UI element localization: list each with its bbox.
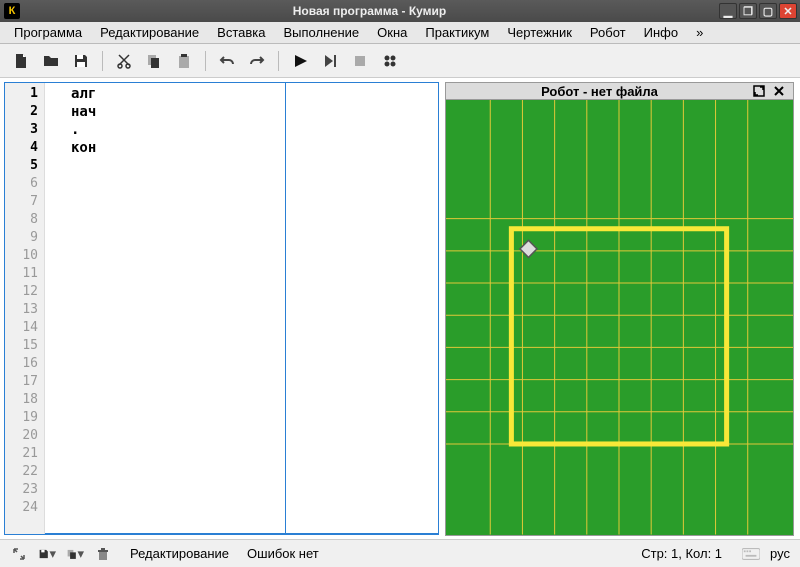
- line-number: 2: [5, 103, 44, 121]
- menu-overflow[interactable]: »: [688, 23, 711, 42]
- line-number: 10: [5, 247, 44, 265]
- robot-panel-header: Робот - нет файла: [445, 82, 794, 99]
- menu-bar: Программа Редактирование Вставка Выполне…: [0, 22, 800, 44]
- window-title: Новая программа - Кумир: [20, 4, 719, 18]
- open-file-button[interactable]: [38, 48, 64, 74]
- editor-bottom-border: [45, 533, 438, 534]
- code-line[interactable]: нач: [45, 103, 438, 121]
- line-number: 17: [5, 373, 44, 391]
- stop-button[interactable]: [347, 48, 373, 74]
- save-file-button[interactable]: [68, 48, 94, 74]
- status-expand-icon[interactable]: [10, 545, 28, 563]
- unmaximize-button[interactable]: ❐: [739, 3, 757, 19]
- step-button[interactable]: [317, 48, 343, 74]
- line-number: 12: [5, 283, 44, 301]
- robot-close-icon[interactable]: [771, 83, 787, 99]
- line-number: 19: [5, 409, 44, 427]
- cut-button[interactable]: [111, 48, 137, 74]
- menu-robot[interactable]: Робот: [582, 23, 634, 42]
- status-language[interactable]: рус: [770, 546, 790, 561]
- menu-insert[interactable]: Вставка: [209, 23, 273, 42]
- status-save-icon[interactable]: ▾: [38, 545, 56, 563]
- line-number: 9: [5, 229, 44, 247]
- menu-drafter[interactable]: Чертежник: [499, 23, 580, 42]
- editor-pane: 123456789101112131415161718192021222324 …: [0, 78, 445, 539]
- menu-edit[interactable]: Редактирование: [92, 23, 207, 42]
- toolbar: [0, 44, 800, 78]
- code-area[interactable]: алгнач.кон: [45, 83, 438, 534]
- status-mode: Редактирование: [130, 546, 229, 561]
- title-bar: К Новая программа - Кумир ▁ ❐ ▢ ✕: [0, 0, 800, 22]
- line-number: 6: [5, 175, 44, 193]
- new-file-button[interactable]: [8, 48, 34, 74]
- line-number: 15: [5, 337, 44, 355]
- copy-button[interactable]: [141, 48, 167, 74]
- line-number: 21: [5, 445, 44, 463]
- run-button[interactable]: [287, 48, 313, 74]
- line-numbers: 123456789101112131415161718192021222324: [5, 83, 45, 534]
- toolbar-sep-1: [102, 51, 103, 71]
- line-number: 20: [5, 427, 44, 445]
- code-line[interactable]: [45, 157, 438, 175]
- line-number: 11: [5, 265, 44, 283]
- menu-practicum[interactable]: Практикум: [417, 23, 497, 42]
- paste-button[interactable]: [171, 48, 197, 74]
- code-line[interactable]: кон: [45, 139, 438, 157]
- robot-field[interactable]: [445, 99, 794, 536]
- line-number: 13: [5, 301, 44, 319]
- line-number: 23: [5, 481, 44, 499]
- app-icon: К: [4, 3, 20, 19]
- window-buttons: ▁ ❐ ▢ ✕: [719, 3, 797, 19]
- robot-expand-icon[interactable]: [751, 83, 767, 99]
- main-area: 123456789101112131415161718192021222324 …: [0, 78, 800, 539]
- toolbar-sep-3: [278, 51, 279, 71]
- line-number: 14: [5, 319, 44, 337]
- status-trash-icon[interactable]: [94, 545, 112, 563]
- modules-button[interactable]: [377, 48, 403, 74]
- status-errors: Ошибок нет: [247, 546, 319, 561]
- maximize-button[interactable]: ▢: [759, 3, 777, 19]
- line-number: 16: [5, 355, 44, 373]
- code-editor[interactable]: 123456789101112131415161718192021222324 …: [4, 82, 439, 535]
- robot-panel-title: Робот - нет файла: [452, 84, 747, 99]
- toolbar-sep-2: [205, 51, 206, 71]
- code-line[interactable]: .: [45, 121, 438, 139]
- line-number: 4: [5, 139, 44, 157]
- line-number: 24: [5, 499, 44, 517]
- line-number: 18: [5, 391, 44, 409]
- line-number: 22: [5, 463, 44, 481]
- menu-windows[interactable]: Окна: [369, 23, 415, 42]
- robot-pane: Робот - нет файла: [445, 78, 800, 539]
- status-position: Стр: 1, Кол: 1: [641, 546, 722, 561]
- redo-button[interactable]: [244, 48, 270, 74]
- line-number: 8: [5, 211, 44, 229]
- line-number: 3: [5, 121, 44, 139]
- status-keyboard-icon[interactable]: [742, 545, 760, 563]
- line-number: 7: [5, 193, 44, 211]
- line-number: 1: [5, 85, 44, 103]
- menu-execute[interactable]: Выполнение: [275, 23, 367, 42]
- editor-vertical-guide: [285, 83, 286, 534]
- line-number: 5: [5, 157, 44, 175]
- menu-program[interactable]: Программа: [6, 23, 90, 42]
- minimize-button[interactable]: ▁: [719, 3, 737, 19]
- menu-info[interactable]: Инфо: [636, 23, 686, 42]
- status-copy-icon[interactable]: ▾: [66, 545, 84, 563]
- code-line[interactable]: алг: [45, 85, 438, 103]
- status-bar: ▾ ▾ Редактирование Ошибок нет Стр: 1, Ко…: [0, 539, 800, 567]
- close-button[interactable]: ✕: [779, 3, 797, 19]
- undo-button[interactable]: [214, 48, 240, 74]
